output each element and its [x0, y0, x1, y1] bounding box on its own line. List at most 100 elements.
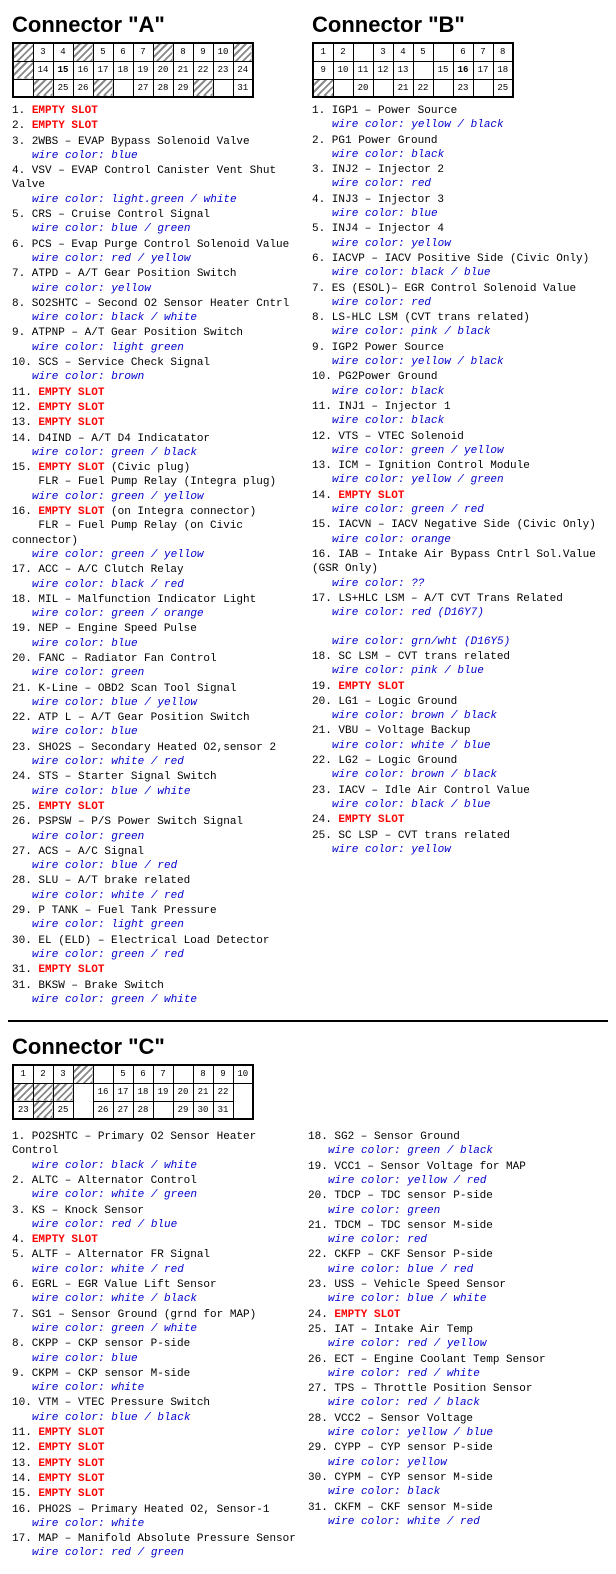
connector-c-left: 1. PO2SHTC – Primary O2 Sensor Heater Co…	[12, 1126, 308, 1562]
pin-a-26: 26. PSPSW – P/S Power Switch Signal wire…	[12, 815, 304, 844]
pin-c-6: 6. EGRL – EGR Value Lift Sensor wire col…	[12, 1278, 300, 1307]
pin-a-21: 21. K-Line – OBD2 Scan Tool Signal wire …	[12, 682, 304, 711]
pin-c-4: 4. EMPTY SLOT	[12, 1233, 300, 1247]
page: Connector "A" 345678910 1415161718192021…	[0, 0, 616, 1574]
pin-a-17: 17. ACC – A/C Clutch Relay wire color: b…	[12, 563, 304, 592]
pin-b-1: 1. IGP1 – Power Source wire color: yello…	[312, 104, 604, 133]
connector-b-diagram: 12345678 91011121315161718 2021222325	[312, 42, 604, 98]
pin-a-9: 9. ATPNP – A/T Gear Position Switch wire…	[12, 326, 304, 355]
pin-c-7: 7. SG1 – Sensor Ground (grnd for MAP) wi…	[12, 1308, 300, 1337]
pin-a-30: 30. EL (ELD) – Electrical Load Detector …	[12, 934, 304, 963]
pin-c-8: 8. CKPP – CKP sensor P-side wire color: …	[12, 1337, 300, 1366]
pin-c-20: 20. TDCP – TDC sensor P-side wire color:…	[308, 1189, 596, 1218]
divider-ab-c	[8, 1020, 608, 1022]
pin-a-19: 19. NEP – Engine Speed Pulse wire color:…	[12, 622, 304, 651]
pin-c-18: 18. SG2 – Sensor Ground wire color: gree…	[308, 1130, 596, 1159]
connector-c-title: Connector "C"	[12, 1034, 604, 1060]
pin-c-5: 5. ALTF – Alternator FR Signal wire colo…	[12, 1248, 300, 1277]
pin-a-29: 29. P TANK – Fuel Tank Pressure wire col…	[12, 904, 304, 933]
pin-b-5: 5. INJ4 – Injector 4 wire color: yellow	[312, 222, 604, 251]
pin-a-24: 24. STS – Starter Signal Switch wire col…	[12, 770, 304, 799]
pin-a-31b: 31. BKSW – Brake Switch wire color: gree…	[12, 979, 304, 1008]
pin-a-3: 3. 2WBS – EVAP Bypass Solenoid Valve wir…	[12, 135, 304, 164]
pin-b-15: 15. IACVN – IACV Negative Side (Civic On…	[312, 518, 604, 547]
pin-b-10: 10. PG2Power Ground wire color: black	[312, 370, 604, 399]
pin-a-25: 25. EMPTY SLOT	[12, 800, 304, 814]
pin-b-13: 13. ICM – Ignition Control Module wire c…	[312, 459, 604, 488]
connector-b-title: Connector "B"	[312, 12, 604, 38]
pin-c-22: 22. CKFP – CKF Sensor P-side wire color:…	[308, 1248, 596, 1277]
pin-c-17: 17. MAP – Manifold Absolute Pressure Sen…	[12, 1532, 300, 1561]
pin-a-6: 6. PCS – Evap Purge Control Solenoid Val…	[12, 238, 304, 267]
connector-c-diagram: 1235678910 16171819202122 2325 262728 29…	[12, 1064, 604, 1120]
pin-b-6: 6. IACVP – IACV Positive Side (Civic Onl…	[312, 252, 604, 281]
pin-b-3: 3. INJ2 – Injector 2 wire color: red	[312, 163, 604, 192]
pin-c-9: 9. CKPM – CKP sensor M-side wire color: …	[12, 1367, 300, 1396]
pin-b-9: 9. IGP2 Power Source wire color: yellow …	[312, 341, 604, 370]
connector-a-section: Connector "A" 345678910 1415161718192021…	[8, 8, 308, 1012]
connector-b-section: Connector "B" 12345678 91011121315161718…	[308, 8, 608, 1012]
pin-c-19: 19. VCC1 – Sensor Voltage for MAP wire c…	[308, 1160, 596, 1189]
pin-b-23: 23. IACV – Idle Air Control Value wire c…	[312, 784, 604, 813]
pin-b-25: 25. SC LSP – CVT trans related wire colo…	[312, 829, 604, 858]
connector-a-pin-list: 1. EMPTY SLOT 2. EMPTY SLOT 3. 2WBS – EV…	[12, 104, 304, 1007]
pin-c-3: 3. KS – Knock Sensor wire color: red / b…	[12, 1204, 300, 1233]
pin-c-28: 28. VCC2 – Sensor Voltage wire color: ye…	[308, 1412, 596, 1441]
pin-a-18: 18. MIL – Malfunction Indicator Light wi…	[12, 593, 304, 622]
pin-c-12: 12. EMPTY SLOT	[12, 1441, 300, 1455]
pin-b-11: 11. INJ1 – Injector 1 wire color: black	[312, 400, 604, 429]
pin-a-11: 11. EMPTY SLOT	[12, 386, 304, 400]
pin-a-13: 13. EMPTY SLOT	[12, 416, 304, 430]
connector-c-pin-list-left: 1. PO2SHTC – Primary O2 Sensor Heater Co…	[12, 1130, 300, 1561]
pin-c-2: 2. ALTC – Alternator Control wire color:…	[12, 1174, 300, 1203]
pin-b-17: 17. LS+HLC LSM – A/T CVT Trans Related w…	[312, 592, 604, 649]
pin-b-16: 16. IAB – Intake Air Bypass Cntrl Sol.Va…	[312, 548, 604, 591]
pin-b-8: 8. LS-HLC LSM (CVT trans related) wire c…	[312, 311, 604, 340]
pin-c-26: 26. ECT – Engine Coolant Temp Sensor wir…	[308, 1353, 596, 1382]
pin-a-15: 15. EMPTY SLOT (Civic plug) FLR – Fuel P…	[12, 461, 304, 504]
pin-a-31a: 31. EMPTY SLOT	[12, 963, 304, 977]
pin-b-19: 19. EMPTY SLOT	[312, 680, 604, 694]
pin-a-23: 23. SHO2S – Secondary Heated O2,sensor 2…	[12, 741, 304, 770]
pin-c-29: 29. CYPP – CYP sensor P-side wire color:…	[308, 1441, 596, 1470]
pin-a-2: 2. EMPTY SLOT	[12, 119, 304, 133]
pin-b-21: 21. VBU – Voltage Backup wire color: whi…	[312, 724, 604, 753]
pin-b-24: 24. EMPTY SLOT	[312, 813, 604, 827]
connector-c-content: 1. PO2SHTC – Primary O2 Sensor Heater Co…	[12, 1126, 604, 1562]
pin-b-7: 7. ES (ESOL)– EGR Control Solenoid Value…	[312, 282, 604, 311]
pin-c-16: 16. PHO2S – Primary Heated O2, Sensor-1 …	[12, 1503, 300, 1532]
pin-b-20: 20. LG1 – Logic Ground wire color: brown…	[312, 695, 604, 724]
pin-a-10: 10. SCS – Service Check Signal wire colo…	[12, 356, 304, 385]
connector-b-pin-list: 1. IGP1 – Power Source wire color: yello…	[312, 104, 604, 857]
pin-c-15: 15. EMPTY SLOT	[12, 1487, 300, 1501]
pin-a-16: 16. EMPTY SLOT (on Integra connector) FL…	[12, 505, 304, 562]
connector-c-pin-list-right: 18. SG2 – Sensor Ground wire color: gree…	[308, 1130, 596, 1529]
pin-b-4: 4. INJ3 – Injector 3 wire color: blue	[312, 193, 604, 222]
connector-c-right: 18. SG2 – Sensor Ground wire color: gree…	[308, 1126, 604, 1562]
pin-c-24: 24. EMPTY SLOT	[308, 1308, 596, 1322]
pin-c-23: 23. USS – Vehicle Speed Sensor wire colo…	[308, 1278, 596, 1307]
pin-c-30: 30. CYPM – CYP sensor M-side wire color:…	[308, 1471, 596, 1500]
pin-a-12: 12. EMPTY SLOT	[12, 401, 304, 415]
pin-c-13: 13. EMPTY SLOT	[12, 1457, 300, 1471]
pin-c-14: 14. EMPTY SLOT	[12, 1472, 300, 1486]
pin-a-5: 5. CRS – Cruise Control Signal wire colo…	[12, 208, 304, 237]
pin-c-10: 10. VTM – VTEC Pressure Switch wire colo…	[12, 1396, 300, 1425]
connectors-ab-row: Connector "A" 345678910 1415161718192021…	[8, 8, 608, 1012]
pin-a-4: 4. VSV – EVAP Control Canister Vent Shut…	[12, 164, 304, 207]
pin-a-22: 22. ATP L – A/T Gear Position Switch wir…	[12, 711, 304, 740]
pin-c-25: 25. IAT – Intake Air Temp wire color: re…	[308, 1323, 596, 1352]
pin-c-11: 11. EMPTY SLOT	[12, 1426, 300, 1440]
pin-c-27: 27. TPS – Throttle Position Sensor wire …	[308, 1382, 596, 1411]
connector-a-diagram: 345678910 1415161718192021222324 2526 27…	[12, 42, 304, 98]
pin-a-27: 27. ACS – A/C Signal wire color: blue / …	[12, 845, 304, 874]
pin-b-2: 2. PG1 Power Ground wire color: black	[312, 134, 604, 163]
pin-a-28: 28. SLU – A/T brake related wire color: …	[12, 874, 304, 903]
pin-b-12: 12. VTS – VTEC Solenoid wire color: gree…	[312, 430, 604, 459]
pin-a-8: 8. SO2SHTC – Second O2 Sensor Heater Cnt…	[12, 297, 304, 326]
pin-a-20: 20. FANC – Radiator Fan Control wire col…	[12, 652, 304, 681]
connector-a-title: Connector "A"	[12, 12, 304, 38]
pin-c-31: 31. CKFM – CKF sensor M-side wire color:…	[308, 1501, 596, 1530]
pin-a-14: 14. D4IND – A/T D4 Indicatator wire colo…	[12, 432, 304, 461]
pin-a-7: 7. ATPD – A/T Gear Position Switch wire …	[12, 267, 304, 296]
